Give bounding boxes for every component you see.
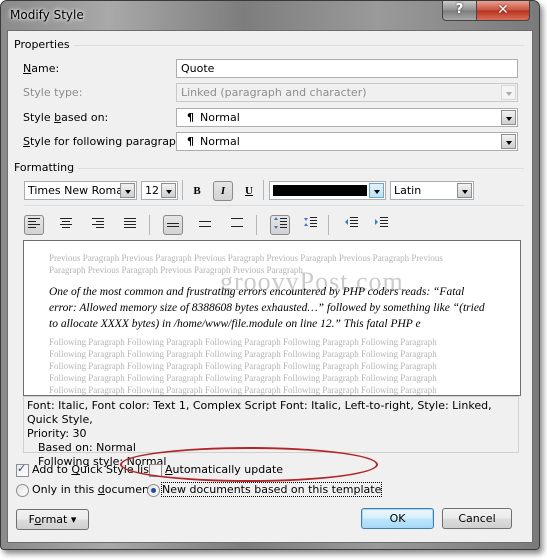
toolbar-separator [263,180,264,200]
chevron-down-icon[interactable] [501,110,516,125]
name-input[interactable]: Quote [176,59,518,78]
following-paragraph-line: Following Paragraph Following Paragraph … [49,337,437,347]
help-button[interactable]: ? [442,1,477,21]
formatting-divider [78,168,524,169]
close-icon: ✕ [497,2,509,18]
following-paragraph-line: Following Paragraph Following Paragraph … [49,373,437,383]
chevron-down-icon[interactable] [501,134,516,149]
new-documents-template-radio[interactable] [147,484,160,497]
cancel-button[interactable]: Cancel [442,508,512,529]
chevron-down-icon[interactable] [161,183,176,198]
following-style-label: Style for following paragraph: [23,135,187,148]
following-paragraph-line: Following Paragraph Following Paragraph … [49,349,437,359]
double-spacing-icon [231,218,243,227]
script-value: Latin [394,184,422,197]
bold-button[interactable]: B [187,181,207,201]
style-type-label: Style type: [23,86,83,99]
align-center-button[interactable] [56,215,76,235]
italic-icon: I [220,185,226,197]
one-half-spacing-button[interactable] [195,215,215,235]
style-description: Font: Italic, Font color: Text 1, Comple… [23,396,519,468]
help-icon: ? [455,2,464,17]
double-spacing-button[interactable] [227,215,247,235]
following-paragraph-line: Following Paragraph Following Paragraph … [49,385,437,395]
paragraph-icon: ¶ [187,135,194,148]
new-documents-template-label[interactable]: New documents based on this template [160,482,383,497]
description-line: Font: Italic, Font color: Text 1, Comple… [27,399,492,426]
chevron-down-icon[interactable] [120,183,135,198]
toolbar-separator [149,215,150,235]
align-center-icon [60,218,72,228]
only-this-document-label[interactable]: Only in this document [32,483,153,496]
toolbar-divider [24,205,524,206]
font-name-select[interactable]: Times New Roman [24,181,137,200]
close-button[interactable]: ✕ [476,1,530,21]
align-right-button[interactable] [88,215,108,235]
previous-paragraph-line: Previous Paragraph Previous Paragraph Pr… [49,253,443,263]
increase-paragraph-spacing-icon [274,217,287,229]
toolbar-separator [182,180,183,200]
justify-button[interactable] [120,215,140,235]
decrease-paragraph-spacing-icon [304,217,317,227]
font-color-select[interactable] [269,181,386,200]
toolbar-separator [328,215,329,235]
bold-icon: B [193,185,201,197]
justify-icon [124,218,136,228]
single-spacing-button[interactable] [163,215,183,235]
based-on-label: Style based on: [23,111,109,124]
following-style-select[interactable]: ¶ Normal [176,132,518,151]
chevron-down-icon[interactable] [457,183,472,198]
name-value: Quote [181,62,215,75]
chevron-down-icon [501,85,516,100]
single-spacing-icon [167,223,179,227]
description-line: Priority: 30 [27,427,87,440]
following-paragraph-line: Following Paragraph Following Paragraph … [49,361,437,371]
align-left-button[interactable] [24,215,44,235]
decrease-indent-icon [345,217,358,227]
chevron-down-icon: ▾ [70,513,77,526]
formatting-heading: Formatting [14,161,75,174]
preview-sample-text: One of the most common and frustrating e… [49,286,485,330]
based-on-select[interactable]: ¶ Normal [176,108,518,127]
toolbar-separator [256,215,257,235]
one-half-spacing-icon [199,221,211,227]
annotation-highlight-ellipse [120,447,378,482]
ok-button[interactable]: OK [361,508,434,529]
font-name-value: Times New Roman [28,184,130,197]
window-title: Modify Style [10,8,84,22]
underline-button[interactable]: U [239,181,259,201]
properties-heading: Properties [14,38,70,51]
add-quick-style-checkbox[interactable] [16,462,29,477]
style-type-select: Linked (paragraph and character) [176,83,518,102]
paragraph-icon: ¶ [187,111,194,124]
style-preview-pane: Previous Paragraph Previous Paragraph Pr… [23,240,521,396]
italic-button[interactable]: I [213,181,233,201]
chevron-down-icon[interactable] [369,183,384,198]
name-label: Name: [23,62,60,75]
font-size-value: 12 [145,184,159,197]
style-type-value: Linked (paragraph and character) [181,86,367,99]
title-bar[interactable]: Modify Style ? ✕ [1,1,539,29]
format-button[interactable]: Format ▾ [16,509,89,530]
decrease-indent-button[interactable] [341,215,361,235]
based-on-value: Normal [200,111,240,124]
increase-indent-icon [375,217,388,227]
font-color-swatch [273,185,367,196]
following-style-value: Normal [200,135,240,148]
properties-divider [74,45,524,46]
decrease-spacing-button[interactable] [300,215,320,235]
align-left-icon [28,218,40,228]
increase-indent-button[interactable] [371,215,391,235]
only-this-document-radio[interactable] [16,484,29,497]
align-right-icon [92,218,104,228]
font-size-select[interactable]: 12 [141,181,178,200]
underline-icon: U [245,185,253,197]
script-select[interactable]: Latin [390,181,474,200]
increase-spacing-before-button[interactable] [270,215,290,235]
